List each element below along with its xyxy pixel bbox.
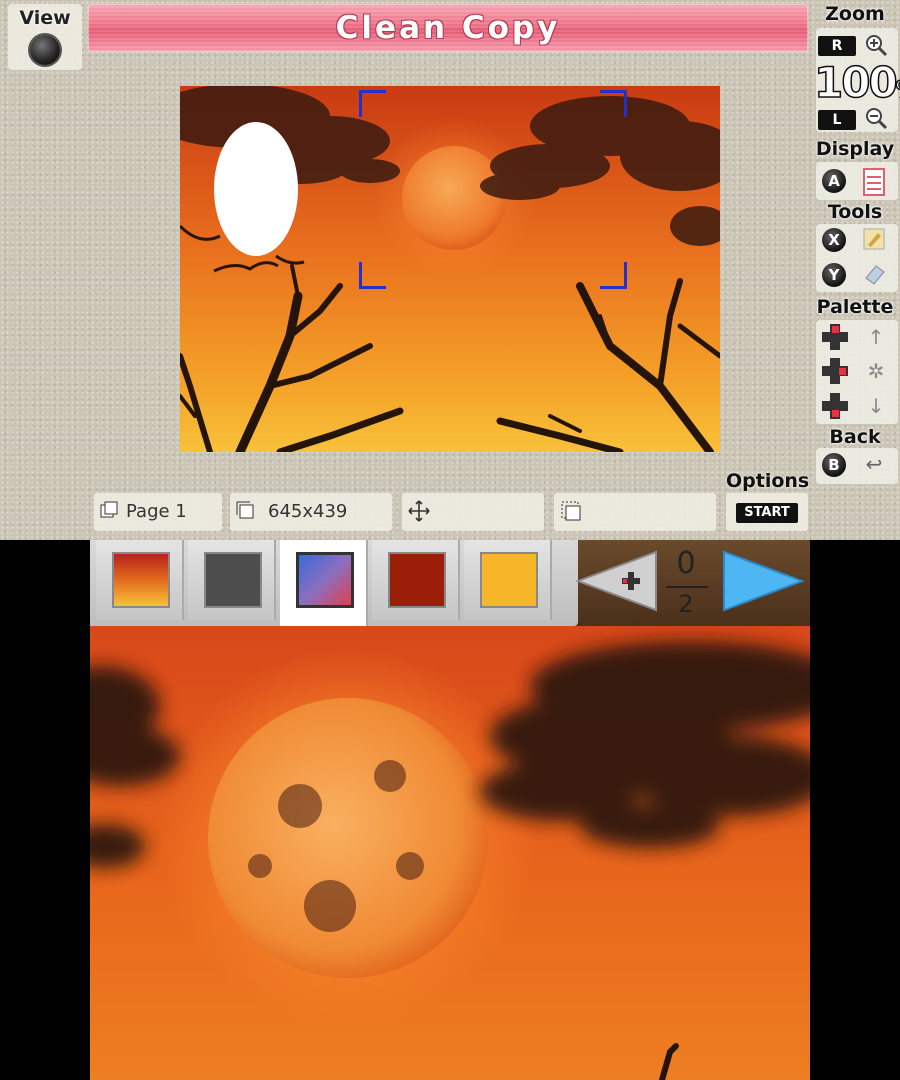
- preview-artwork: [180, 86, 720, 452]
- undo-arrow-icon[interactable]: ↩: [862, 452, 886, 476]
- tool-y-button[interactable]: Y: [822, 263, 846, 287]
- drawing-canvas[interactable]: [90, 626, 810, 1080]
- control-column: Zoom R 100% L Display A Tools X Y Palett…: [812, 0, 900, 540]
- page-icon: [100, 501, 118, 518]
- sparkle-icon: ✲: [867, 359, 885, 383]
- palette-slot-amber[interactable]: [464, 540, 552, 620]
- view-control[interactable]: View: [8, 4, 82, 70]
- palette-bar: 0 2: [90, 540, 810, 626]
- palette-slot-dark-gray[interactable]: [188, 540, 276, 620]
- palette-slot-screen-tone[interactable]: [280, 540, 368, 626]
- zoom-label: Zoom: [825, 3, 885, 25]
- display-button[interactable]: A: [822, 169, 846, 193]
- view-frame-corner: [359, 262, 386, 289]
- zoom-out-icon[interactable]: [864, 106, 888, 130]
- tools-label: Tools: [827, 201, 883, 223]
- arrow-down-icon: ↓: [867, 394, 885, 418]
- palette-slot-gradient[interactable]: [96, 540, 184, 620]
- zoom-in-icon[interactable]: [864, 33, 888, 57]
- move-tool[interactable]: [402, 493, 544, 531]
- previous-page-arrow-icon[interactable]: [576, 550, 658, 612]
- start-button[interactable]: START: [736, 503, 798, 523]
- view-label: View: [19, 7, 71, 29]
- next-page-arrow-icon[interactable]: [722, 550, 804, 612]
- view-frame-corner: [600, 262, 627, 289]
- fraction-line: [666, 586, 708, 588]
- view-frame-corner: [359, 90, 386, 117]
- zoom-level: 100%: [813, 57, 900, 108]
- zoom-out-button[interactable]: L: [818, 110, 856, 130]
- page-info[interactable]: Page 1: [94, 493, 222, 531]
- dpad-center-icon[interactable]: [822, 358, 848, 384]
- pen-tool-icon[interactable]: [862, 227, 886, 251]
- arrow-up-icon: ↑: [867, 325, 885, 349]
- current-page-number: 0: [676, 546, 696, 581]
- tool-x-button[interactable]: X: [822, 228, 846, 252]
- color-swatch-screen-tone: [296, 552, 354, 608]
- resize-icon: [236, 501, 254, 519]
- options-label: Options: [726, 470, 810, 492]
- bottom-screen: 0 2: [90, 540, 810, 1080]
- layers-icon[interactable]: [862, 168, 886, 196]
- display-label: Display: [815, 138, 895, 160]
- color-swatch-amber: [480, 552, 538, 608]
- zoom-in-button[interactable]: R: [818, 36, 856, 56]
- back-label: Back: [829, 426, 881, 448]
- back-button[interactable]: B: [822, 453, 846, 477]
- canvas-size: 645x439: [268, 501, 348, 522]
- dpad-up-icon[interactable]: [822, 324, 848, 350]
- palette-label: Palette: [816, 296, 894, 318]
- view-frame-corner: [600, 90, 627, 117]
- title-bar: Clean Copy: [88, 4, 808, 52]
- page-label: Page 1: [126, 501, 187, 522]
- color-swatch-dark-gray: [204, 552, 262, 608]
- page-preview[interactable]: [180, 86, 720, 452]
- color-swatch-gradient: [112, 552, 170, 608]
- options-panel[interactable]: START: [726, 493, 808, 531]
- eraser-icon[interactable]: [862, 262, 886, 286]
- dpad-down-icon[interactable]: [822, 393, 848, 419]
- top-screen: View Clean Copy Zoom R 100 L Display A T…: [0, 0, 900, 540]
- move-arrows-icon: [408, 500, 430, 522]
- page-title: Clean Copy: [335, 10, 561, 46]
- canvas-artwork: [90, 626, 810, 1080]
- canvas-size-info[interactable]: 645x439: [230, 493, 392, 531]
- selection-icon: [561, 501, 581, 521]
- circle-pad-icon: [30, 35, 60, 65]
- selection-tool[interactable]: [554, 493, 716, 531]
- total-pages-number: 2: [678, 590, 694, 618]
- color-swatch-dark-red: [388, 552, 446, 608]
- palette-slot-dark-red[interactable]: [372, 540, 460, 620]
